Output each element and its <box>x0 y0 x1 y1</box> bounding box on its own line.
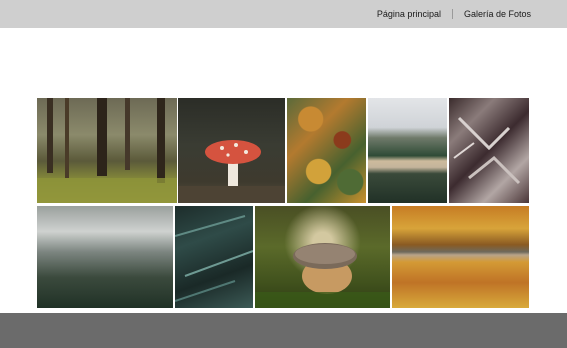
header-bar: Página principal Galería de Fotos <box>0 0 567 28</box>
forest-trees-graphic <box>37 98 177 203</box>
footer-bar <box>0 313 567 348</box>
gallery-photo-forest[interactable] <box>37 98 177 203</box>
fir-needles-graphic <box>175 215 253 302</box>
gallery-photo-frosty-ferns[interactable] <box>449 98 529 203</box>
gallery-photo-autumn-road[interactable] <box>392 206 529 308</box>
acorn-graphic <box>255 243 390 308</box>
gallery-photo-fir-branches[interactable] <box>175 206 253 308</box>
gallery-photo-autumn-aerial[interactable] <box>287 98 366 203</box>
gallery-photo-mountain-lake[interactable] <box>368 98 447 203</box>
nav-link-gallery[interactable]: Galería de Fotos <box>464 9 531 19</box>
nav-separator <box>451 9 453 19</box>
nav-link-home[interactable]: Página principal <box>377 9 441 19</box>
gallery-photo-acorn[interactable] <box>255 206 390 308</box>
gallery-photo-foggy-forest[interactable] <box>37 206 173 308</box>
mushroom-graphic <box>178 140 285 203</box>
gallery-photo-mushroom[interactable] <box>178 98 285 203</box>
fern-leaves-graphic <box>453 116 521 185</box>
top-navigation: Página principal Galería de Fotos <box>377 0 531 28</box>
